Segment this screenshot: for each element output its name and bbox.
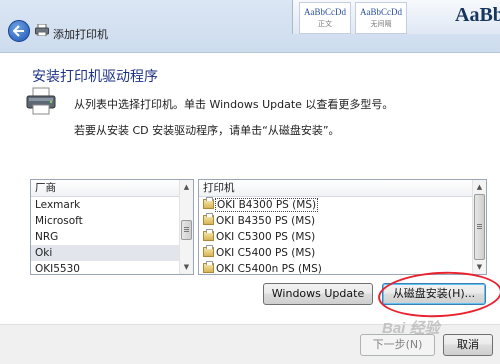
driver-icon	[203, 213, 214, 225]
list-item[interactable]: OKI B4350 PS (MS)	[199, 213, 486, 229]
style-name: 正文	[318, 20, 332, 28]
style-sample-heading[interactable]: AaBb	[455, 4, 500, 27]
driver-icon	[203, 245, 214, 257]
style-sample: AaBbCcDd	[304, 7, 346, 17]
list-item[interactable]: NRG	[31, 229, 193, 245]
scroll-thumb[interactable]	[474, 194, 485, 260]
scroll-down-icon[interactable]: ▼	[180, 260, 193, 274]
style-tile-normal[interactable]: AaBbCcDd 正文	[299, 2, 351, 34]
manufacturer-scrollbar[interactable]: ▲ ▼	[179, 180, 193, 274]
manufacturer-header: 厂商	[31, 180, 193, 197]
window-title: 添加打印机	[53, 28, 108, 41]
style-tile-no-spacing[interactable]: AaBbCcDd 无间隔	[355, 2, 407, 34]
instruction-text: 从列表中选择打印机。单击 Windows Update 以查看更多型号。	[74, 98, 394, 111]
driver-icon	[203, 197, 214, 209]
list-item[interactable]: Lexmark	[31, 197, 193, 213]
list-item[interactable]: OKI5530	[31, 261, 193, 274]
style-name: 无间隔	[370, 20, 392, 28]
page-title: 安装打印机驱动程序	[32, 69, 158, 85]
scroll-down-icon[interactable]: ▼	[473, 260, 486, 274]
printer-icon	[26, 87, 56, 115]
cancel-button[interactable]: 取消	[443, 334, 493, 356]
printer-icon	[35, 24, 49, 36]
list-item[interactable]: Microsoft	[31, 213, 193, 229]
watermark-logo: Bai 经验	[382, 320, 440, 337]
printer-scrollbar[interactable]: ▲ ▼	[472, 180, 486, 274]
driver-icon	[203, 229, 214, 241]
back-arrow-icon	[13, 25, 24, 37]
back-button[interactable]	[8, 20, 30, 42]
list-item-selected[interactable]: Oki	[31, 245, 193, 261]
windows-update-button[interactable]: Windows Update	[263, 283, 373, 305]
manufacturer-list[interactable]: 厂商 Lexmark Microsoft NRG Oki OKI5530 ▲ ▼	[30, 179, 194, 275]
printer-list[interactable]: 打印机 OKI B4300 PS (MS) OKI B4350 PS (MS) …	[198, 179, 487, 275]
list-item[interactable]: OKI C5300 PS (MS)	[199, 229, 486, 245]
scroll-up-icon[interactable]: ▲	[473, 180, 486, 194]
scroll-thumb[interactable]	[181, 220, 192, 240]
style-sample: AaBbCcDd	[360, 7, 402, 17]
instruction-text: 若要从安装 CD 安装驱动程序，请单击“从磁盘安装”。	[74, 124, 340, 137]
driver-icon	[203, 261, 214, 273]
printer-header: 打印机	[199, 180, 486, 197]
list-item[interactable]: OKI C5400 PS (MS)	[199, 245, 486, 261]
list-item[interactable]: OKI B4300 PS (MS)	[199, 197, 486, 213]
scroll-up-icon[interactable]: ▲	[180, 180, 193, 194]
